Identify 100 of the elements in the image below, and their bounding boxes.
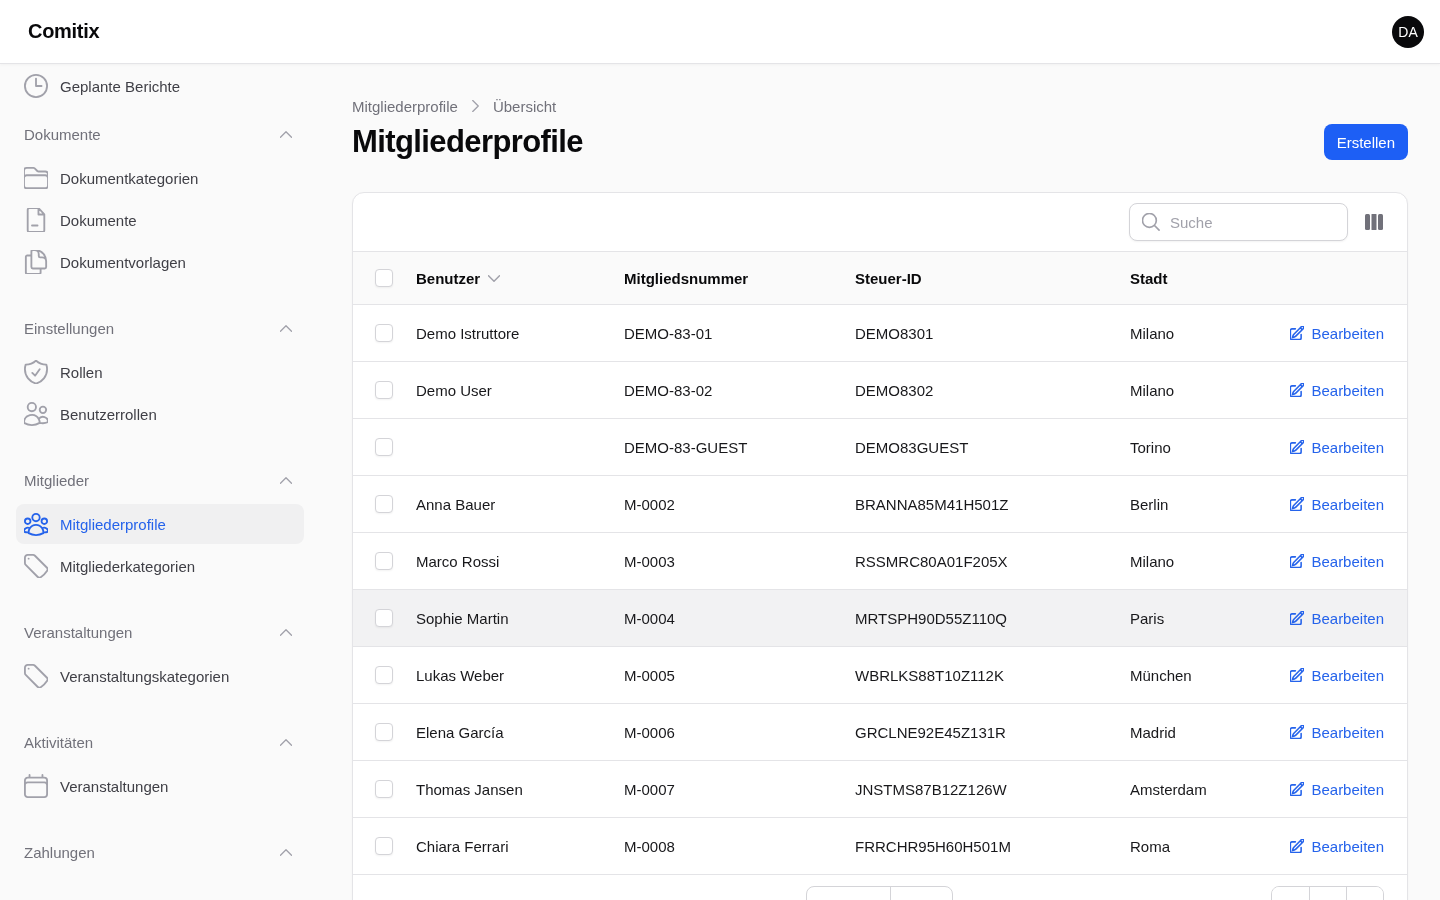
table-cell: FRRCHR95H60H501M: [855, 837, 1011, 855]
table-cell: Chiara Ferrari: [416, 837, 509, 855]
documents-icon: [24, 250, 48, 274]
table-cell: Thomas Jansen: [416, 780, 523, 798]
table-cell: Sophie Martin: [416, 609, 509, 627]
table-cell: Lukas Weber: [416, 666, 505, 684]
edit-link[interactable]: Bearbeiten: [1290, 666, 1384, 684]
table-cell: Paris: [1130, 609, 1165, 627]
chevron-right-icon: [471, 100, 479, 112]
sidebar-group-header[interactable]: Veranstaltungen: [16, 610, 304, 654]
clock-icon: [24, 74, 48, 98]
document-icon: [24, 208, 48, 232]
table-cell: M-0005: [624, 666, 675, 684]
table-cell: DEMO8301: [855, 324, 934, 342]
row-checkbox[interactable]: [375, 837, 393, 855]
row-checkbox[interactable]: [375, 609, 393, 627]
table-cell: M-0003: [624, 552, 675, 570]
table-cell: DEMO-83-02: [624, 381, 713, 399]
chevron-up-icon: [280, 738, 292, 746]
edit-icon: [1290, 611, 1305, 625]
sidebar-item[interactable]: Veranstaltungskategorien: [16, 656, 304, 696]
table-cell: München: [1130, 666, 1192, 684]
sidebar-group-header[interactable]: Mitglieder: [16, 458, 304, 502]
edit-link[interactable]: Bearbeiten: [1290, 723, 1384, 741]
table-cell: DEMO-83-GUEST: [624, 438, 748, 456]
folder-icon: [24, 166, 48, 190]
table-cell: DEMO-83-01: [624, 324, 713, 342]
sidebar-item[interactable]: Dokumentkategorien: [16, 158, 304, 198]
table-cell: Demo Istruttore: [416, 324, 520, 342]
sidebar-group-header[interactable]: Aktivitäten: [16, 720, 304, 764]
sidebar-item[interactable]: Dokumentvorlagen: [16, 242, 304, 282]
edit-link[interactable]: Bearbeiten: [1290, 381, 1384, 399]
edit-icon: [1290, 839, 1305, 853]
table-cell: Madrid: [1130, 723, 1176, 741]
chevron-up-icon: [280, 848, 292, 856]
chevron-up-icon: [280, 324, 292, 332]
table-cell: M-0007: [624, 780, 675, 798]
table-cell: Amsterdam: [1130, 780, 1207, 798]
calendar-icon: [24, 774, 48, 798]
user-group-icon: [24, 512, 48, 536]
table-cell: BRANNA85M41H501Z: [855, 495, 1009, 513]
row-checkbox[interactable]: [375, 723, 393, 741]
user-avatar[interactable]: DA: [1392, 15, 1424, 48]
table-cell: M-0002: [624, 495, 675, 513]
edit-link[interactable]: Bearbeiten: [1290, 609, 1384, 627]
edit-link[interactable]: Bearbeiten: [1290, 495, 1384, 513]
sidebar-group-header[interactable]: Einstellungen: [16, 306, 304, 350]
column-header[interactable]: Benutzer: [416, 269, 501, 287]
breadcrumb-current: Übersicht: [492, 97, 557, 115]
edit-link[interactable]: Bearbeiten: [1290, 837, 1384, 855]
row-checkbox[interactable]: [375, 666, 393, 684]
page-title: Mitgliederprofile: [352, 124, 583, 160]
table-cell: Elena García: [416, 723, 504, 741]
breadcrumb-link[interactable]: Mitgliederprofile: [352, 97, 458, 115]
table-cell: Demo User: [416, 381, 492, 399]
edit-icon: [1290, 326, 1305, 340]
edit-icon: [1290, 497, 1305, 511]
row-checkbox[interactable]: [375, 495, 393, 513]
sidebar-item[interactable]: Geplante Berichte: [16, 66, 304, 106]
table-cell: M-0004: [624, 609, 675, 627]
column-header: Mitgliedsnummer: [624, 269, 749, 287]
table-cell: Marco Rossi: [416, 552, 500, 570]
columns-icon[interactable]: [1365, 214, 1383, 230]
sidebar-item[interactable]: Veranstaltungen: [16, 766, 304, 806]
table-cell: WBRLKS88T10Z112K: [855, 666, 1004, 684]
table-cell: GRCLNE92E45Z131R: [855, 723, 1006, 741]
edit-icon: [1290, 383, 1305, 397]
row-checkbox[interactable]: [375, 780, 393, 798]
sidebar-item[interactable]: Benutzerrollen: [16, 394, 304, 434]
table-cell: Berlin: [1130, 495, 1169, 513]
sidebar-group-header[interactable]: Zahlungen: [16, 830, 304, 874]
edit-link[interactable]: Bearbeiten: [1290, 780, 1384, 798]
sidebar-item[interactable]: Mitgliederprofile: [16, 504, 304, 544]
users-icon: [24, 402, 48, 426]
table-cell: Milano: [1130, 381, 1175, 399]
row-checkbox[interactable]: [375, 552, 393, 570]
sidebar-item[interactable]: Dokumente: [16, 200, 304, 240]
select-all-checkbox[interactable]: [375, 269, 393, 287]
create-button[interactable]: Erstellen: [1323, 124, 1408, 160]
column-header: Stadt: [1130, 269, 1168, 287]
sidebar-group-header[interactable]: Dokumente: [16, 112, 304, 156]
edit-link[interactable]: Bearbeiten: [1290, 438, 1384, 456]
edit-link[interactable]: Bearbeiten: [1290, 552, 1384, 570]
tag-icon: [24, 554, 48, 578]
row-checkbox[interactable]: [375, 324, 393, 342]
row-checkbox[interactable]: [375, 381, 393, 399]
table-cell: M-0006: [624, 723, 675, 741]
search-icon: [1142, 213, 1160, 231]
search-field[interactable]: Suche: [1129, 203, 1348, 241]
row-checkbox[interactable]: [375, 438, 393, 456]
sidebar-item[interactable]: Mitgliederkategorien: [16, 546, 304, 586]
table-cell: JNSTMS87B12Z126W: [855, 780, 1007, 798]
edit-icon: [1290, 782, 1305, 796]
table-cell: Roma: [1130, 837, 1170, 855]
shield-check-icon: [24, 360, 48, 384]
edit-link[interactable]: Bearbeiten: [1290, 324, 1384, 342]
sidebar-item[interactable]: Rollen: [16, 352, 304, 392]
edit-icon: [1290, 554, 1305, 568]
chevron-up-icon: [280, 628, 292, 636]
chevron-up-icon: [280, 130, 292, 138]
